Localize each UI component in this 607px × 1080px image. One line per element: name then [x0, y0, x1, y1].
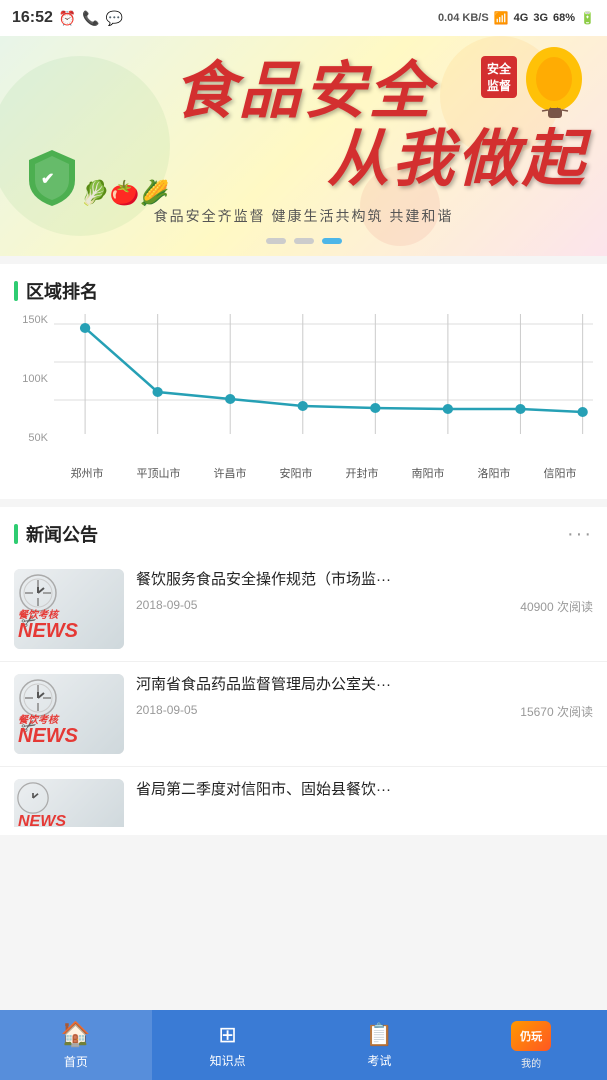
news-badge-2: 餐饮考核 NEWS: [18, 711, 78, 746]
title-bar-icon: [14, 281, 18, 301]
chart-y-label-100k: 100K: [22, 373, 48, 385]
news-item-1[interactable]: ✂ 餐饮考核 NEWS 餐饮服务食品安全操作规范（市场监··· 2018-09-…: [0, 557, 607, 662]
status-left: 16:52 ⏰ 📞 💬: [12, 9, 123, 27]
news-title: 新闻公告: [14, 521, 98, 547]
x-label-nanyang: 南阳市: [412, 465, 445, 481]
chart-y-label-150k: 150K: [22, 314, 48, 326]
battery-level: 68%: [553, 12, 575, 24]
nav-exam[interactable]: 📋 考试: [304, 1010, 456, 1080]
banner-dot-2[interactable]: [294, 238, 314, 244]
wifi-icon: 📶: [494, 11, 509, 25]
battery-icon: 🔋: [580, 11, 595, 25]
bottom-nav: 🏠 首页 ⊞ 知识点 📋 考试 仍玩 我的: [0, 1010, 607, 1080]
signal-3g: 3G: [533, 12, 548, 24]
nav-mine-label: 我的: [521, 1055, 541, 1070]
region-rank-section: 区域排名 150K 100K 50K: [0, 264, 607, 499]
chart-container: 150K 100K 50K: [0, 314, 607, 491]
x-label-anyang: 安阳市: [280, 465, 313, 481]
news-content-1: 餐饮服务食品安全操作规范（市场监··· 2018-09-05 40900 次阅读: [136, 569, 593, 615]
x-label-xinyang: 信阳市: [544, 465, 577, 481]
nav-home[interactable]: 🏠 首页: [0, 1010, 152, 1080]
banner-dot-3[interactable]: [322, 238, 342, 244]
status-right: 0.04 KB/S 📶 4G 3G 68% 🔋: [438, 11, 595, 25]
banner-subtitle: 食品安全齐监督 健康生活共构筑 共建和谐: [0, 206, 607, 226]
news-section: 新闻公告 ··· ✂: [0, 507, 607, 835]
grid-icon: ⊞: [218, 1022, 236, 1048]
banner-veggie-icon: 🥬🍅🌽: [80, 179, 170, 208]
news-title-3: 省局第二季度对信阳市、固始县餐饮···: [136, 779, 593, 800]
banner-title-line2: 从我做起: [327, 126, 587, 194]
alarm-icon: ⏰: [59, 10, 76, 27]
nav-exam-label: 考试: [367, 1052, 391, 1069]
news-header: 新闻公告 ···: [0, 521, 607, 557]
news-meta-1: 2018-09-05 40900 次阅读: [136, 598, 593, 615]
message-icon: 💬: [106, 10, 123, 27]
nav-mine[interactable]: 仍玩 我的: [455, 1010, 607, 1080]
news-content-2: 河南省食品药品监督管理局办公室关··· 2018-09-05 15670 次阅读: [136, 674, 593, 720]
news-badge: 餐饮考核 NEWS: [18, 606, 78, 641]
news-thumb-1: ✂ 餐饮考核 NEWS: [14, 569, 124, 649]
banner-title-line1: 食品安全: [173, 58, 433, 126]
banner-dot-1[interactable]: [266, 238, 286, 244]
news-meta-2: 2018-09-05 15670 次阅读: [136, 703, 593, 720]
banner: 食品安全 从我做起 安全监督 ✔ 🥬🍅🌽 食品安全齐监督 健康: [0, 36, 607, 256]
news-date-1: 2018-09-05: [136, 598, 197, 615]
x-label-pingdingshan: 平顶山市: [137, 465, 181, 481]
news-date-2: 2018-09-05: [136, 703, 197, 720]
home-icon: 🏠: [61, 1020, 91, 1049]
status-bar: 16:52 ⏰ 📞 💬 0.04 KB/S 📶 4G 3G 68% 🔋: [0, 0, 607, 36]
nav-knowledge-label: 知识点: [210, 1052, 246, 1069]
news-badge-3: NEWS: [18, 814, 66, 827]
x-label-xuchang: 许昌市: [214, 465, 247, 481]
x-label-zhengzhou: 郑州市: [71, 465, 104, 481]
news-item-3[interactable]: NEWS 省局第二季度对信阳市、固始县餐饮···: [0, 767, 607, 827]
brand-logo-icon: 仍玩: [511, 1021, 551, 1051]
news-title-bar-icon: [14, 524, 18, 544]
news-thumb-2: ✂ 餐饮考核 NEWS: [14, 674, 124, 754]
news-title-2: 河南省食品药品监督管理局办公室关···: [136, 674, 593, 695]
signal-4g: 4G: [514, 12, 529, 24]
banner-safety-tag: 安全监督: [481, 56, 517, 98]
nav-knowledge[interactable]: ⊞ 知识点: [152, 1010, 304, 1080]
news-thumb-3: NEWS: [14, 779, 124, 827]
banner-dots[interactable]: [0, 238, 607, 244]
banner-balloon-icon: [522, 44, 587, 124]
region-rank-header: 区域排名: [0, 278, 607, 314]
status-time: 16:52: [12, 9, 53, 27]
news-title-1: 餐饮服务食品安全操作规范（市场监···: [136, 569, 593, 590]
x-label-luoyang: 洛阳市: [478, 465, 511, 481]
news-more-button[interactable]: ···: [567, 523, 593, 546]
banner-shield-icon: ✔: [25, 148, 80, 208]
document-icon: 📋: [366, 1022, 393, 1048]
svg-text:✔: ✔: [41, 171, 54, 188]
network-speed: 0.04 KB/S: [438, 12, 489, 24]
news-item-2[interactable]: ✂ 餐饮考核 NEWS 河南省食品药品监督管理局办公室关··· 2018-09-…: [0, 662, 607, 767]
clock-decoration-3: [17, 782, 49, 814]
chart-y-label-50k: 50K: [28, 432, 48, 444]
region-rank-chart: [54, 314, 593, 454]
region-rank-title: 区域排名: [14, 278, 98, 304]
news-views-1: 40900 次阅读: [520, 598, 593, 615]
news-views-2: 15670 次阅读: [520, 703, 593, 720]
chart-x-labels: 郑州市 平顶山市 许昌市 安阳市 开封市 南阳市 洛阳市 信阳市: [54, 459, 593, 481]
phone-icon: 📞: [82, 10, 99, 27]
x-label-kaifeng: 开封市: [346, 465, 379, 481]
nav-home-label: 首页: [64, 1053, 88, 1070]
news-content-3: 省局第二季度对信阳市、固始县餐饮···: [136, 779, 593, 800]
